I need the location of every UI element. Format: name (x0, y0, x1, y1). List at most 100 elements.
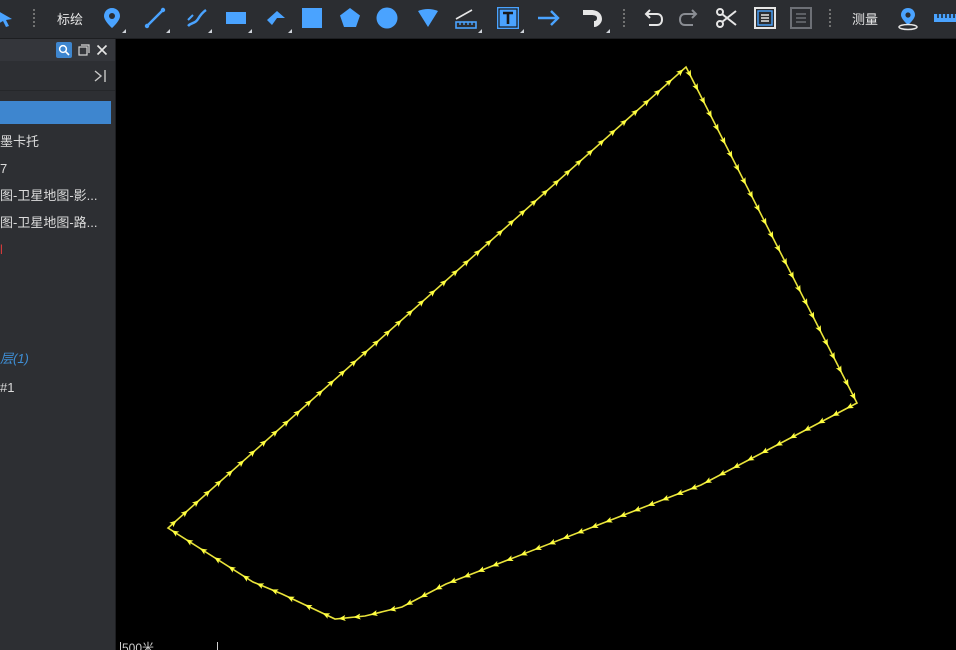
direction-arrow (781, 257, 788, 266)
measure-point-icon[interactable] (894, 3, 922, 33)
layer-item-satellite-road[interactable]: 图-卫星地图-路... (0, 213, 111, 233)
direction-arrow (685, 69, 692, 78)
direction-arrow (647, 500, 656, 507)
layer-panel: 墨卡托 7 图-卫星地图-影... 图-卫星地图-路... l 层(1) #1 (0, 39, 116, 650)
line-tool-icon[interactable] (140, 3, 170, 33)
direction-arrow (420, 591, 429, 598)
list-properties-icon[interactable] (750, 3, 780, 33)
direction-arrow (822, 338, 829, 347)
direction-arrow (775, 439, 784, 446)
direction-arrow (835, 365, 842, 373)
direction-arrow (712, 123, 719, 132)
scale-label: 500米 (122, 641, 155, 650)
direction-arrow (719, 136, 726, 145)
direction-arrow (506, 555, 514, 562)
layer-group-label[interactable]: 层(1) (0, 349, 111, 369)
direction-arrow (815, 325, 822, 333)
direction-arrow (520, 549, 528, 556)
direction-arrow (304, 604, 313, 611)
direction-arrow (705, 109, 712, 118)
direction-arrow (322, 613, 331, 619)
rectangle-tool-icon[interactable] (220, 3, 252, 33)
direction-arrow (747, 454, 755, 461)
layer-item-satellite-image[interactable]: 图-卫星地图-影... (0, 186, 111, 206)
direction-arrow (761, 447, 769, 454)
main-toolbar: 标绘 测量 (0, 0, 956, 39)
layer-item-feature[interactable]: #1 (0, 378, 111, 398)
direction-arrow (808, 311, 815, 320)
layer-item-marker[interactable]: l (0, 240, 20, 260)
list-disabled-icon[interactable] (786, 3, 816, 33)
scissors-icon[interactable] (712, 3, 742, 33)
direction-arrow (562, 533, 571, 540)
sector-tool-icon[interactable] (414, 3, 442, 33)
direction-arrow (817, 417, 826, 424)
curve-arrow-tool-icon[interactable] (576, 3, 610, 33)
direction-arrow (605, 516, 613, 523)
marker-pin-icon[interactable] (98, 3, 126, 33)
direction-arrow (256, 583, 265, 589)
layer-item-count[interactable]: 7 (0, 159, 111, 179)
text-tool-icon[interactable] (492, 3, 524, 33)
arrow-shape-tool-icon[interactable] (260, 3, 292, 33)
undo-icon[interactable] (638, 3, 668, 33)
select-tool-icon[interactable] (0, 3, 16, 33)
toolbar-separator (32, 8, 36, 28)
redo-icon[interactable] (674, 3, 704, 33)
layer-item-selected[interactable] (0, 101, 111, 124)
direction-arrow (789, 432, 798, 439)
circle-tool-icon[interactable] (372, 3, 402, 33)
arrow-line-tool-icon[interactable] (534, 3, 564, 33)
direction-arrow (534, 544, 542, 551)
annotate-label[interactable]: 标绘 (50, 3, 90, 33)
map-canvas[interactable]: 500米 (116, 39, 956, 650)
direction-arrow (794, 284, 801, 293)
direction-arrow (803, 425, 812, 431)
search-icon[interactable] (56, 42, 72, 58)
direction-arrow (726, 150, 733, 158)
layer-item-crs[interactable]: 墨卡托 (0, 132, 111, 152)
direction-arrow (661, 494, 670, 501)
direction-arrow (718, 469, 727, 476)
direction-arrow (692, 83, 699, 91)
panel-subheader (0, 62, 115, 91)
direction-arrow (214, 557, 222, 564)
direction-arrow (548, 538, 557, 545)
direction-arrow (699, 96, 705, 105)
direction-arrow (619, 511, 627, 518)
direction-arrow (633, 505, 642, 512)
measure-distance-icon[interactable] (932, 3, 956, 33)
direction-arrow (849, 392, 856, 400)
square-tool-icon[interactable] (298, 3, 326, 33)
freehand-tool-icon[interactable] (182, 3, 212, 33)
pentagon-tool-icon[interactable] (336, 3, 364, 33)
close-icon[interactable] (94, 42, 110, 58)
direction-arrow (801, 298, 808, 306)
collapse-panel-icon[interactable] (92, 68, 108, 84)
float-window-icon[interactable] (76, 42, 92, 58)
direction-arrow (846, 402, 854, 409)
direction-arrow (591, 522, 599, 529)
direction-arrow (740, 177, 746, 185)
direction-arrow (746, 190, 753, 199)
direction-arrow (242, 575, 251, 582)
direction-arrow (774, 244, 781, 252)
polygon-outline[interactable] (166, 65, 859, 620)
panel-header (0, 39, 115, 61)
direction-arrow (767, 230, 774, 239)
measure-label[interactable]: 测量 (846, 3, 884, 33)
toolbar-separator (828, 8, 832, 28)
direction-arrow (832, 410, 840, 417)
direction-arrow (760, 217, 767, 226)
direction-arrow (200, 548, 208, 555)
direction-arrow (185, 539, 194, 546)
direction-arrow (690, 483, 698, 490)
polygon-overlay[interactable] (116, 39, 956, 650)
direction-arrow (733, 163, 740, 172)
direction-arrow (477, 566, 486, 573)
direction-arrow (491, 560, 500, 567)
direction-arrow (753, 204, 760, 212)
direction-arrow (732, 462, 741, 469)
direction-arrow (171, 530, 180, 537)
ruler-tool-icon[interactable] (450, 3, 482, 33)
